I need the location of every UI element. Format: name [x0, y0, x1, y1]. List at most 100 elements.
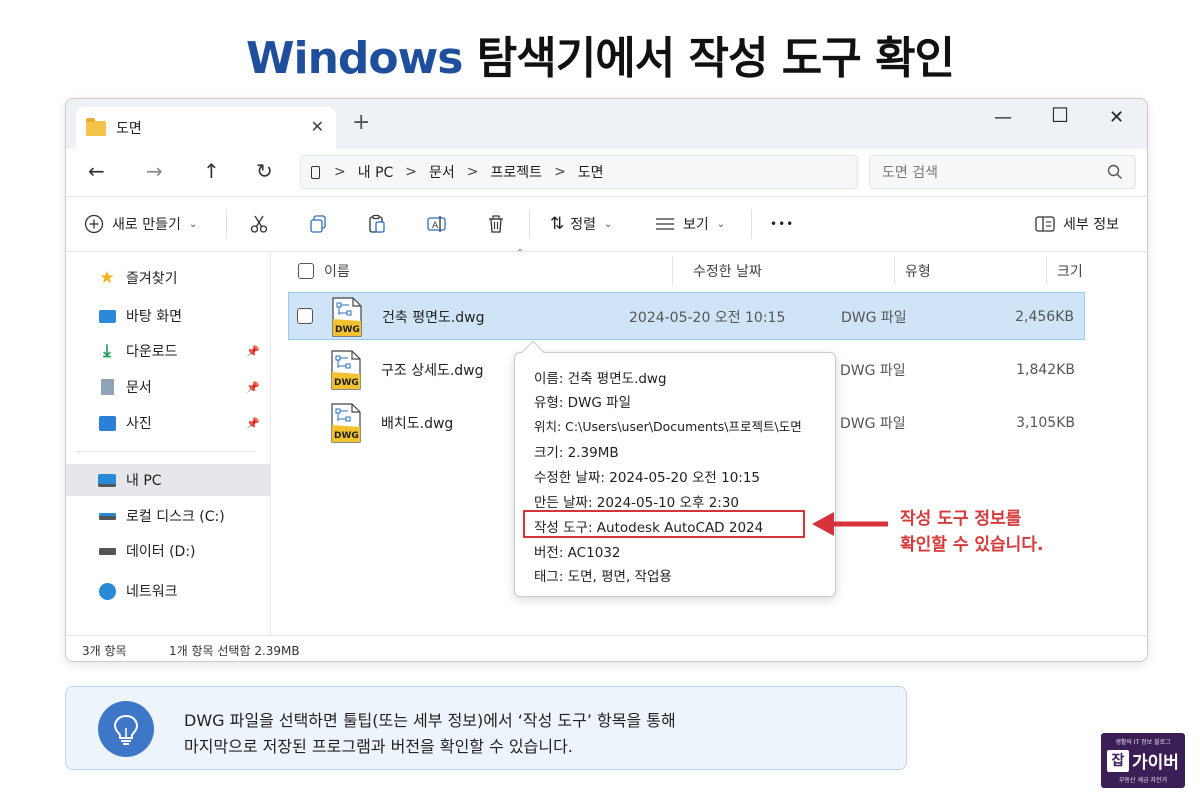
trash-icon: [489, 215, 503, 233]
sidebar-item-downloads[interactable]: ⤓ 다운로드 📌: [66, 335, 270, 367]
sidebar-label: 데이터 (D:): [126, 544, 196, 560]
tab-bar: 도면 ✕ + — ☐ ✕: [66, 99, 1147, 149]
svg-text:DWG: DWG: [334, 431, 359, 441]
file-type: DWG 파일: [840, 416, 906, 432]
column-header-type[interactable]: 유형: [905, 252, 931, 290]
delete-button[interactable]: [486, 211, 506, 237]
navigation-pane: ★ 즐겨찾기 바탕 화면 ⤓ 다운로드 📌 문서 📌 사진 📌 내 PC 로컬 …: [66, 252, 271, 635]
maximize-button[interactable]: ☐: [1051, 103, 1069, 127]
tooltip-size: 크기: 2.39MB: [534, 445, 619, 461]
file-row[interactable]: DWG 건축 평면도.dwg 2024-05-20 오전 10:15 DWG 파…: [288, 292, 1085, 340]
headline-ko: 탐색기에서 작성 도구 확인: [476, 33, 955, 84]
close-window-button[interactable]: ✕: [1109, 107, 1124, 128]
headline-en: Windows: [245, 33, 464, 84]
sidebar-label: 사진: [126, 416, 152, 432]
row-checkbox[interactable]: [297, 308, 313, 324]
sidebar-item-this-pc[interactable]: 내 PC: [66, 464, 270, 496]
sidebar-item-documents[interactable]: 문서 📌: [66, 371, 270, 403]
status-bar: 3개 항목 1개 항목 선택함 2.39MB: [66, 635, 1147, 661]
sidebar-label: 네트워크: [126, 584, 178, 600]
tab-label: 도면: [116, 121, 142, 137]
column-header-modified[interactable]: 수정한 날짜: [693, 252, 762, 290]
pc-icon: [98, 472, 116, 488]
sidebar-item-local-disk[interactable]: 로컬 디스크 (C:): [66, 500, 270, 532]
sort-button[interactable]: ⇅ 정렬 ⌄: [550, 211, 612, 237]
tab-dwg-folder[interactable]: 도면 ✕: [76, 107, 336, 149]
file-size: 2,456KB: [1015, 309, 1074, 325]
file-name: 건축 평면도.dwg: [382, 310, 485, 326]
column-header-name[interactable]: 이름: [324, 252, 350, 290]
file-name: 구조 상세도.dwg: [381, 363, 484, 379]
sidebar-label: 다운로드: [126, 344, 178, 360]
drive-icon: [98, 543, 116, 559]
chevron-down-icon: ⌄: [604, 218, 613, 230]
sidebar-item-favorites[interactable]: ★ 즐겨찾기: [66, 262, 270, 294]
breadcrumb-project[interactable]: 프로젝트: [491, 162, 543, 182]
paste-button[interactable]: [367, 211, 387, 237]
tooltip-modified: 수정한 날짜: 2024-05-20 오전 10:15: [534, 470, 761, 486]
sidebar-item-desktop[interactable]: 바탕 화면: [66, 300, 270, 332]
sidebar-item-data-disk[interactable]: 데이터 (D:): [66, 535, 270, 567]
breadcrumb-documents[interactable]: 문서: [429, 162, 455, 182]
sidebar-item-pictures[interactable]: 사진 📌: [66, 407, 270, 439]
sidebar-label: 내 PC: [126, 473, 162, 489]
rename-button[interactable]: A: [426, 211, 448, 237]
file-name: 배치도.dwg: [381, 416, 454, 432]
refresh-button[interactable]: ↻: [256, 159, 273, 183]
star-icon: ★: [99, 268, 115, 288]
file-info-tooltip: 이름: 건축 평면도.dwg 유형: DWG 파일 위치: C:\Users\u…: [514, 340, 836, 597]
svg-text:DWG: DWG: [335, 325, 360, 335]
info-box: DWG 파일을 선택하면 툴팁(또는 세부 정보)에서 ‘작성 도구’ 항목을 …: [65, 686, 907, 770]
column-header-size[interactable]: 크기: [1057, 252, 1083, 290]
tooltip-author-tool: 작성 도구: Autodesk AutoCAD 2024: [534, 520, 764, 536]
back-button[interactable]: ←: [88, 159, 105, 183]
file-modified: 2024-05-20 오전 10:15: [629, 310, 786, 326]
tooltip-name: 이름: 건축 평면도.dwg: [534, 371, 667, 387]
new-button-label: 새로 만들기: [112, 217, 181, 233]
breadcrumb-this-pc[interactable]: 내 PC: [358, 162, 394, 182]
view-button-label: 보기: [683, 217, 709, 233]
dwg-file-icon: DWG: [332, 297, 362, 337]
svg-text:DWG: DWG: [334, 378, 359, 388]
search-input[interactable]: 도면 검색: [869, 155, 1136, 189]
new-button[interactable]: 새로 만들기 ⌄: [84, 211, 197, 237]
pin-icon[interactable]: 📌: [246, 417, 260, 430]
chevron-down-icon: ⌄: [188, 218, 198, 230]
lightbulb-icon: [98, 701, 154, 757]
plus-circle-icon: [84, 214, 104, 234]
select-all-checkbox[interactable]: [298, 263, 314, 279]
copy-button[interactable]: [308, 211, 328, 237]
view-button[interactable]: 보기 ⌄: [655, 211, 725, 237]
status-item-count: 3개 항목: [82, 644, 127, 658]
status-selection: 1개 항목 선택함 2.39MB: [169, 644, 300, 658]
new-tab-button[interactable]: +: [352, 112, 370, 134]
address-bar[interactable]: > 내 PC > 문서 > 프로젝트 > 도면: [300, 155, 858, 189]
file-size: 3,105KB: [1016, 415, 1075, 431]
tooltip-tags: 태그: 도면, 평면, 작업용: [534, 569, 672, 585]
sidebar-label: 즐겨찾기: [126, 271, 178, 287]
details-pane-button[interactable]: 세부 정보: [1035, 211, 1119, 237]
svg-text:A: A: [432, 221, 439, 231]
file-size: 1,842KB: [1016, 362, 1075, 378]
tooltip-type: 유형: DWG 파일: [534, 395, 632, 411]
page-headline: Windows 탐색기에서 작성 도구 확인: [0, 22, 1200, 86]
details-pane-label: 세부 정보: [1063, 217, 1119, 233]
cut-button[interactable]: [249, 211, 269, 237]
sidebar-label: 로컬 디스크 (C:): [126, 509, 225, 525]
minimize-button[interactable]: —: [994, 107, 1012, 128]
copy-icon: [310, 215, 326, 233]
sidebar-item-network[interactable]: 네트워크: [66, 575, 270, 607]
forward-button[interactable]: →: [146, 159, 163, 183]
tab-close-icon[interactable]: ✕: [311, 117, 324, 136]
callout-line-2: 확인할 수 있습니다.: [900, 535, 1044, 555]
up-button[interactable]: ↑: [203, 159, 220, 183]
pin-icon[interactable]: 📌: [246, 381, 260, 394]
pc-icon: [311, 165, 320, 179]
info-line-1: DWG 파일을 선택하면 툴팁(또는 세부 정보)에서 ‘작성 도구’ 항목을 …: [184, 711, 676, 730]
file-type: DWG 파일: [841, 310, 907, 326]
pin-icon[interactable]: 📌: [246, 345, 260, 358]
details-pane-icon: [1035, 216, 1055, 232]
more-options-button[interactable]: •••: [770, 211, 794, 237]
dwg-file-icon: DWG: [331, 403, 361, 443]
breadcrumb-drawings[interactable]: 도면: [578, 162, 604, 182]
